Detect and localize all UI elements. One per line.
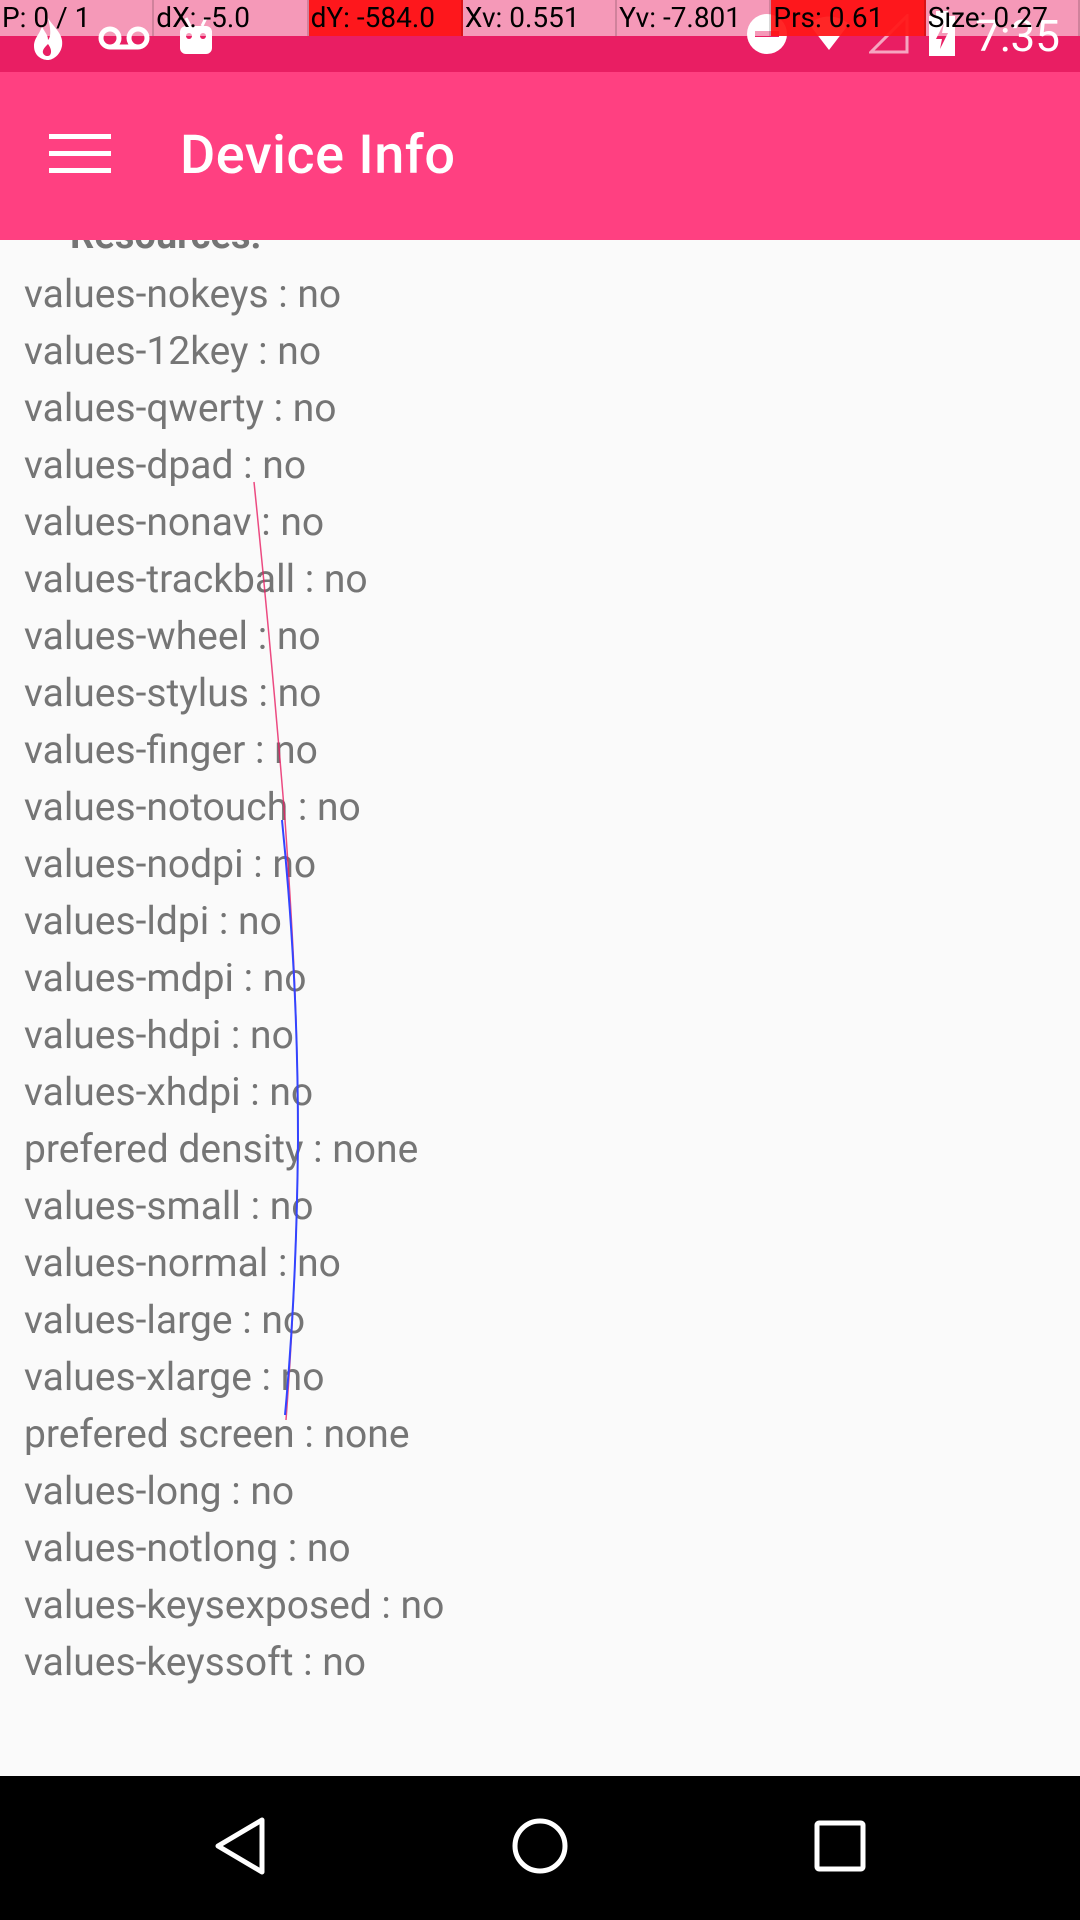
list-item: values-wheel : no: [24, 613, 321, 659]
list-item: values-nonav : no: [24, 499, 325, 545]
home-icon: [510, 1816, 570, 1880]
pointer-xv: Xv: 0.551: [463, 0, 618, 36]
pointer-count: P: 0 / 1: [0, 0, 155, 36]
home-button[interactable]: [500, 1812, 580, 1884]
hamburger-menu-icon: [49, 132, 111, 180]
recents-icon: [812, 1818, 868, 1878]
app-bar: Device Info: [0, 72, 1080, 240]
navigation-drawer-button[interactable]: [38, 118, 122, 194]
list-item: values-dpad : no: [24, 442, 307, 488]
list-item: prefered density : none: [24, 1126, 419, 1172]
back-icon: [212, 1816, 268, 1880]
list-item: values-finger : no: [24, 727, 318, 773]
pointer-yv: Yv: -7.801: [617, 0, 772, 36]
recents-button[interactable]: [800, 1812, 880, 1884]
pointer-size: Size: 0.27: [926, 0, 1080, 36]
list-item: values-nokeys : no: [24, 271, 342, 317]
list-item: values-nodpi : no: [24, 841, 317, 887]
list-item: values-stylus : no: [24, 670, 322, 716]
back-button[interactable]: [200, 1812, 280, 1884]
pointer-location-overlay: P: 0 / 1 dX: -5.0 dY: -584.0 Xv: 0.551 Y…: [0, 0, 1080, 36]
list-item: prefered screen : none: [24, 1411, 410, 1457]
device-info-scroll-view[interactable]: Resources: values-nokeys : no values-12k…: [0, 240, 1080, 1776]
list-item: values-keyssoft : no: [24, 1639, 367, 1685]
list-item: values-notouch : no: [24, 784, 361, 830]
pointer-pressure: Prs: 0.61: [771, 0, 926, 36]
list-item: values-mdpi : no: [24, 955, 307, 1001]
resources-list: values-nokeys : no values-12key : no val…: [24, 266, 444, 1691]
list-item: values-qwerty : no: [24, 385, 337, 431]
navigation-bar: [0, 1776, 1080, 1920]
list-item: values-normal : no: [24, 1240, 341, 1286]
list-item: values-notlong : no: [24, 1525, 351, 1571]
list-item: values-12key : no: [24, 328, 322, 374]
app-title: Device Info: [180, 124, 456, 187]
list-item: values-ldpi : no: [24, 898, 282, 944]
list-item: values-large : no: [24, 1297, 306, 1343]
list-item: values-xlarge : no: [24, 1354, 325, 1400]
pointer-dy: dY: -584.0: [308, 0, 463, 36]
list-item: values-long : no: [24, 1468, 295, 1514]
list-item: values-trackball : no: [24, 556, 368, 602]
list-item: values-xhdpi : no: [24, 1069, 314, 1115]
list-item: values-hdpi : no: [24, 1012, 294, 1058]
pointer-dx: dX: -5.0: [154, 0, 309, 36]
list-item: values-small : no: [24, 1183, 314, 1229]
resources-header: Resources:: [70, 240, 261, 258]
list-item: values-keysexposed : no: [24, 1582, 445, 1628]
